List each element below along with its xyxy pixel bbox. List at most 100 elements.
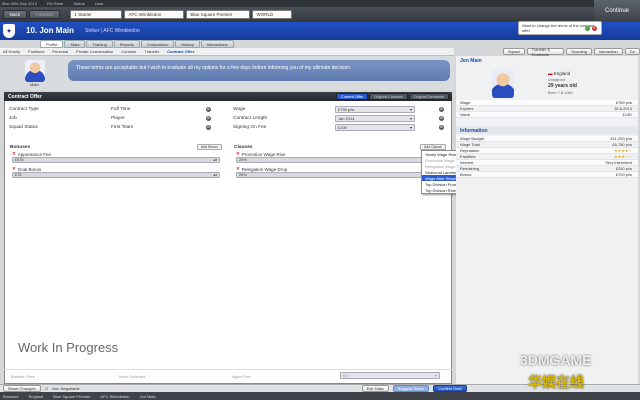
squad-status-row: Squad Status First Team ⚙ xyxy=(6,123,226,132)
tab-stats[interactable]: Stats xyxy=(64,40,86,48)
scouting-button[interactable]: Scouting xyxy=(566,48,592,55)
page-subtitle: Striker | AFC Wimbledon xyxy=(85,28,140,34)
wage-select[interactable]: £750 p/w ▾ xyxy=(335,106,415,113)
subnav-item[interactable]: Personal xyxy=(52,49,68,54)
tab-training[interactable]: Training xyxy=(86,40,113,48)
subnav-item[interactable]: All Hourly xyxy=(3,49,20,54)
relegation-drop-stepper[interactable]: 20%▴▾ xyxy=(236,172,444,178)
select-value: Jan 2014 xyxy=(338,116,355,121)
club-crest-icon: ✦ xyxy=(3,24,15,38)
add-bonus-button[interactable]: Add Bonus xyxy=(196,144,222,150)
subnav-item[interactable]: Private Conversation xyxy=(76,49,113,54)
bonus-label: Appearance Fee xyxy=(17,151,52,157)
tab-profile[interactable]: Profile xyxy=(40,40,64,48)
clause-label: Relegation Wage Drop xyxy=(241,166,288,172)
club-dropdown[interactable]: AFC Wimbledon xyxy=(123,10,184,19)
tab-reports[interactable]: Reports xyxy=(113,40,140,48)
dropdown-value: Blue Square Premier xyxy=(190,12,233,17)
settings-icon[interactable]: ⚙ xyxy=(206,125,211,130)
spinner-icon[interactable]: ▴▾ xyxy=(213,158,217,162)
summary-row: Value £14K xyxy=(456,112,638,118)
section-title: Clauses xyxy=(234,144,253,150)
work-in-progress-label: Work In Progress xyxy=(18,340,119,355)
row-value: Very interested xyxy=(605,160,632,165)
reset-changes-button[interactable]: Reset Changes xyxy=(3,385,41,392)
non-negotiable-label: Non Negotiable xyxy=(52,386,80,391)
settings-icon[interactable]: ⚙ xyxy=(439,116,444,121)
row-value: 30.6.2013 xyxy=(614,106,632,111)
stepper-value: £75 xyxy=(15,173,22,177)
row-label: Wage Total xyxy=(460,142,480,147)
settings-icon[interactable]: ⚙ xyxy=(439,125,444,130)
field-value[interactable]: Player xyxy=(111,116,206,121)
league-dropdown[interactable]: Blue Square Premier xyxy=(185,10,250,19)
top-item[interactable]: Status xyxy=(73,1,84,6)
action-buttons: Squad Transfer & Contracts Scouting Inte… xyxy=(503,47,640,57)
tab-original-contract[interactable]: Original Contract xyxy=(369,93,408,100)
agent-fee-select[interactable]: £0 ▾ xyxy=(340,372,440,379)
bonus-label: Goal Bonus xyxy=(17,166,42,172)
promotion-rise-stepper[interactable]: 20%▴▾ xyxy=(236,157,444,163)
row-value: £6,750 p/w xyxy=(612,142,632,147)
settings-icon[interactable]: ⚙ xyxy=(439,107,444,112)
confirm-deal-button[interactable]: Confirm Deal xyxy=(433,385,467,392)
breadcrumb-item[interactable]: AFC Wimbledon xyxy=(100,394,129,399)
goal-bonus-stepper[interactable]: £75 ▴▾ xyxy=(12,172,220,178)
transfer-fees-value[interactable]: None Selected xyxy=(119,374,145,379)
tab-history[interactable]: History xyxy=(175,40,200,48)
signing-fee-select[interactable]: £100 ▾ xyxy=(335,124,415,131)
stepper-value: 20% xyxy=(239,173,247,177)
tab-comparison[interactable]: Comparison xyxy=(140,40,175,48)
settings-icon[interactable]: ⚙ xyxy=(206,107,211,112)
settings-icon[interactable]: ⚙ xyxy=(206,116,211,121)
field-value[interactable]: First Team xyxy=(111,125,206,130)
contract-length-row: Contract Length Jan 2014 ▾ ⚙ xyxy=(230,114,450,123)
age-label: 29 years old xyxy=(548,83,577,89)
tab-interactions[interactable]: Interactions xyxy=(200,40,234,48)
top-item[interactable]: FM Store xyxy=(47,1,63,6)
contract-right-fields: Wage £750 p/w ▾ ⚙ Contract Length Jan 201… xyxy=(230,105,450,132)
field-label: Wage xyxy=(233,107,246,112)
appearance-fee-stepper[interactable]: £575 ▴▾ xyxy=(12,157,220,163)
contract-length-select[interactable]: Jan 2014 ▾ xyxy=(335,115,415,122)
notification-popup[interactable]: Want to change the terms of the contract… xyxy=(518,21,602,35)
stepper-value: 20% xyxy=(239,158,247,162)
suggest-terms-button[interactable]: Suggest Terms xyxy=(392,385,430,392)
spinner-icon[interactable]: ▴▾ xyxy=(213,173,217,177)
breadcrumb: Bonuses England Blue Square Premier AFC … xyxy=(0,392,640,400)
exit-talks-button[interactable]: Exit Talks xyxy=(361,385,389,392)
squad-button[interactable]: Squad xyxy=(503,48,525,55)
accept-icon[interactable]: ✓ xyxy=(585,26,590,31)
breadcrumb-item[interactable]: Blue Square Premier xyxy=(53,394,90,399)
starter-dropdown[interactable]: 1 Starter xyxy=(69,10,122,19)
subnav-item-active[interactable]: Contract Offer xyxy=(167,49,194,54)
player-tabs: Profile Stats Training Reports Compariso… xyxy=(40,40,234,48)
forward-button[interactable]: Forward xyxy=(29,10,60,19)
player-portrait xyxy=(492,70,514,98)
interaction-button[interactable]: Interaction xyxy=(593,48,623,55)
tab-original-demands[interactable]: Original Demands xyxy=(408,93,449,100)
contract-left-fields: Contract Type Full Time ⚙ Job Player ⚙ S… xyxy=(6,105,226,132)
breadcrumb-item[interactable]: Jon Main xyxy=(140,394,156,399)
breadcrumb-item[interactable]: Bonuses xyxy=(3,394,19,399)
go-button[interactable]: Go xyxy=(624,48,640,55)
subnav-item[interactable]: Contract xyxy=(121,49,136,54)
non-negotiable-checkbox[interactable]: ☐ xyxy=(45,386,49,391)
navigation-bar: Back Forward 1 Starter AFC Wimbledon Blu… xyxy=(0,7,640,22)
wage-row: Wage £750 p/w ▾ ⚙ xyxy=(230,105,450,114)
back-button[interactable]: Back xyxy=(3,10,28,19)
top-item[interactable]: Data xyxy=(95,1,103,6)
breadcrumb-item[interactable]: England xyxy=(29,394,44,399)
clauses-header: Clauses Add Clause xyxy=(230,143,450,151)
contract-summary: Wage £750 p/w Expires 30.6.2013 Value £14K xyxy=(456,100,638,118)
transfer-contracts-button[interactable]: Transfer & Contracts xyxy=(526,47,565,57)
dismiss-icon[interactable]: ✕ xyxy=(592,26,597,31)
bonuses-section: Bonuses Add Bonus ✕ Appearance Fee £575 ▴▾… xyxy=(6,143,226,178)
world-dropdown[interactable]: WORLD xyxy=(251,10,292,19)
field-value[interactable]: Full Time xyxy=(111,107,206,112)
subnav-item[interactable]: Transfer xyxy=(144,49,159,54)
field-label: Job xyxy=(9,116,17,121)
tab-current-offer[interactable]: Current Offer xyxy=(336,93,369,100)
continue-button[interactable]: Continue xyxy=(594,0,640,22)
subnav-item[interactable]: Positions xyxy=(28,49,44,54)
